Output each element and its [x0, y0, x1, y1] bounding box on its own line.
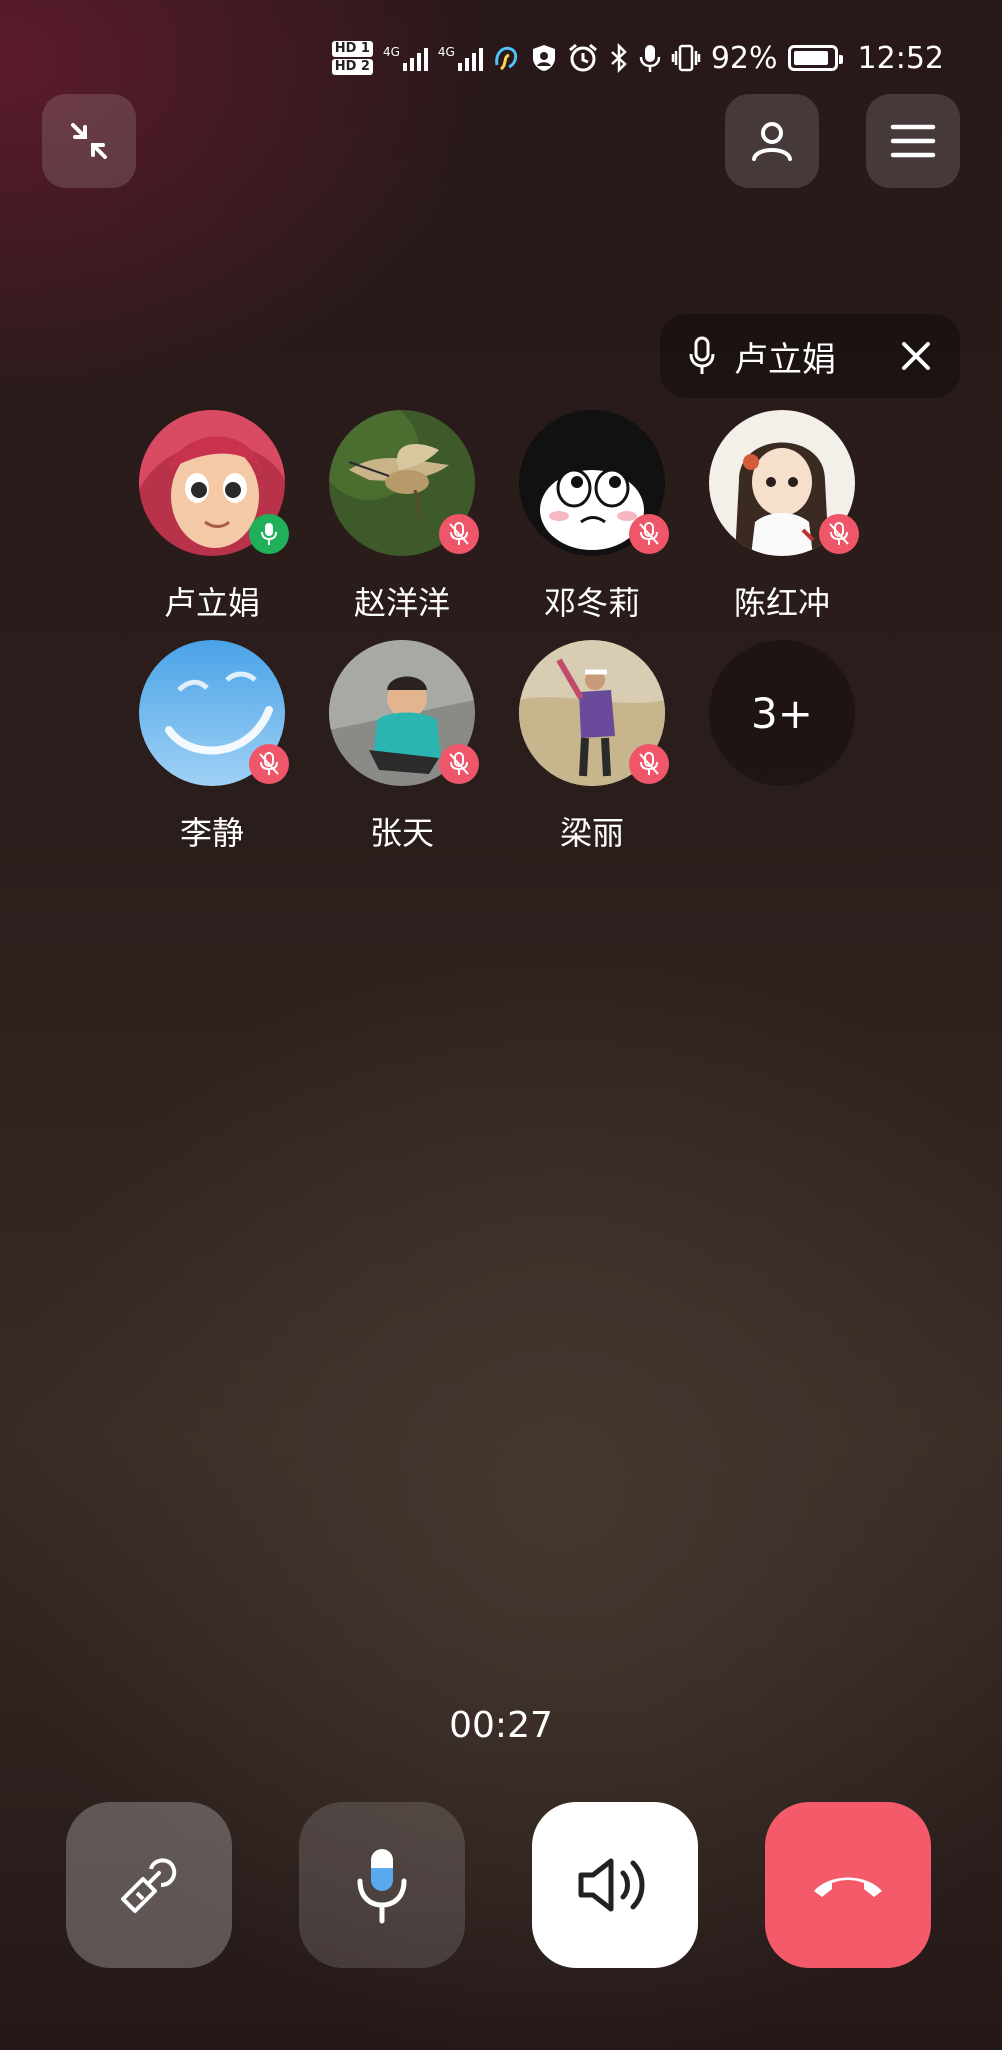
- person-icon: [752, 122, 792, 161]
- participant-name: 赵洋洋: [353, 584, 450, 622]
- bluetooth-icon: [610, 43, 627, 73]
- participant-tile[interactable]: 赵洋洋: [327, 410, 479, 624]
- avatar: [519, 640, 669, 786]
- avatar: [329, 640, 479, 786]
- mic-muted-badge: [629, 514, 669, 554]
- call-timer: 00:27: [449, 1705, 553, 1746]
- mic-off-icon: [639, 752, 659, 775]
- hd1-label: HD 1: [331, 41, 373, 57]
- microphone-icon: [357, 1849, 407, 1924]
- participant-tile[interactable]: 张天: [327, 640, 479, 854]
- participant-name: 李静: [179, 814, 244, 852]
- participant-tile[interactable]: 卢立娟: [137, 410, 289, 624]
- speaker-button[interactable]: [532, 1802, 698, 1968]
- mic-muted-badge: [249, 744, 289, 784]
- avatar: [329, 410, 479, 556]
- menu-button[interactable]: [866, 94, 960, 188]
- microphone-icon: [261, 523, 277, 545]
- alarm-icon: [568, 43, 597, 72]
- mic-off-icon: [449, 522, 469, 545]
- participant-tile[interactable]: 邓冬莉: [517, 410, 669, 624]
- effects-button[interactable]: [66, 1802, 232, 1968]
- participant-name: 陈红冲: [733, 584, 830, 622]
- participant-name: 邓冬莉: [543, 584, 640, 622]
- microphone-status-icon: [639, 45, 661, 72]
- status-bar: HD 1 HD 2 4G 4G 92% 12:52: [0, 30, 1002, 86]
- minimize-icon: [71, 123, 107, 159]
- close-speaker-pill-button[interactable]: [886, 326, 946, 386]
- participant-name: 梁丽: [559, 814, 624, 852]
- speaker-icon: [578, 1858, 645, 1912]
- participant-tile[interactable]: 梁丽: [517, 640, 669, 854]
- mic-off-icon: [449, 752, 469, 775]
- mic-off-icon: [829, 522, 849, 545]
- mic-on-badge: [249, 514, 289, 554]
- hd-indicator: HD 1 HD 2: [331, 41, 373, 75]
- mic-muted-badge: [819, 514, 859, 554]
- current-speaker-name: 卢立娟: [734, 339, 836, 380]
- participant-name: 张天: [369, 814, 434, 852]
- avatar: [139, 640, 289, 786]
- signal-2-icon: 4G: [438, 45, 483, 71]
- battery-icon: [787, 45, 843, 71]
- battery-percent: 92%: [710, 40, 778, 76]
- participants-button[interactable]: [725, 94, 819, 188]
- more-participants-count: 3+: [709, 640, 855, 786]
- current-speaker-pill: 卢立娟: [660, 314, 960, 398]
- mic-muted-badge: [439, 744, 479, 784]
- hd2-label: HD 2: [331, 59, 373, 75]
- phone-hangup-icon: [814, 1877, 882, 1897]
- more-participants-button[interactable]: 3+: [707, 640, 857, 786]
- shield-icon: [532, 45, 555, 71]
- mic-off-icon: [259, 752, 279, 775]
- menu-icon: [890, 124, 936, 158]
- assistant-icon: [495, 46, 517, 71]
- participant-tile[interactable]: 陈红冲: [707, 410, 859, 624]
- magic-wand-icon: [121, 1858, 177, 1913]
- avatar: [519, 410, 669, 556]
- avatar: [139, 410, 289, 556]
- microphone-icon: [689, 336, 715, 374]
- participant-tile[interactable]: 李静: [137, 640, 289, 854]
- mic-off-icon: [639, 522, 659, 545]
- participant-name: 卢立娟: [163, 584, 260, 622]
- minimize-button[interactable]: [42, 94, 136, 188]
- clock: 12:52: [857, 40, 944, 76]
- close-icon: [902, 342, 930, 370]
- mic-muted-badge: [439, 514, 479, 554]
- microphone-toggle-button[interactable]: [299, 1802, 465, 1968]
- hang-up-button[interactable]: [765, 1802, 931, 1968]
- signal-1-icon: 4G: [383, 45, 428, 71]
- vibrate-icon: [671, 44, 701, 72]
- mic-muted-badge: [629, 744, 669, 784]
- avatar: [709, 410, 859, 556]
